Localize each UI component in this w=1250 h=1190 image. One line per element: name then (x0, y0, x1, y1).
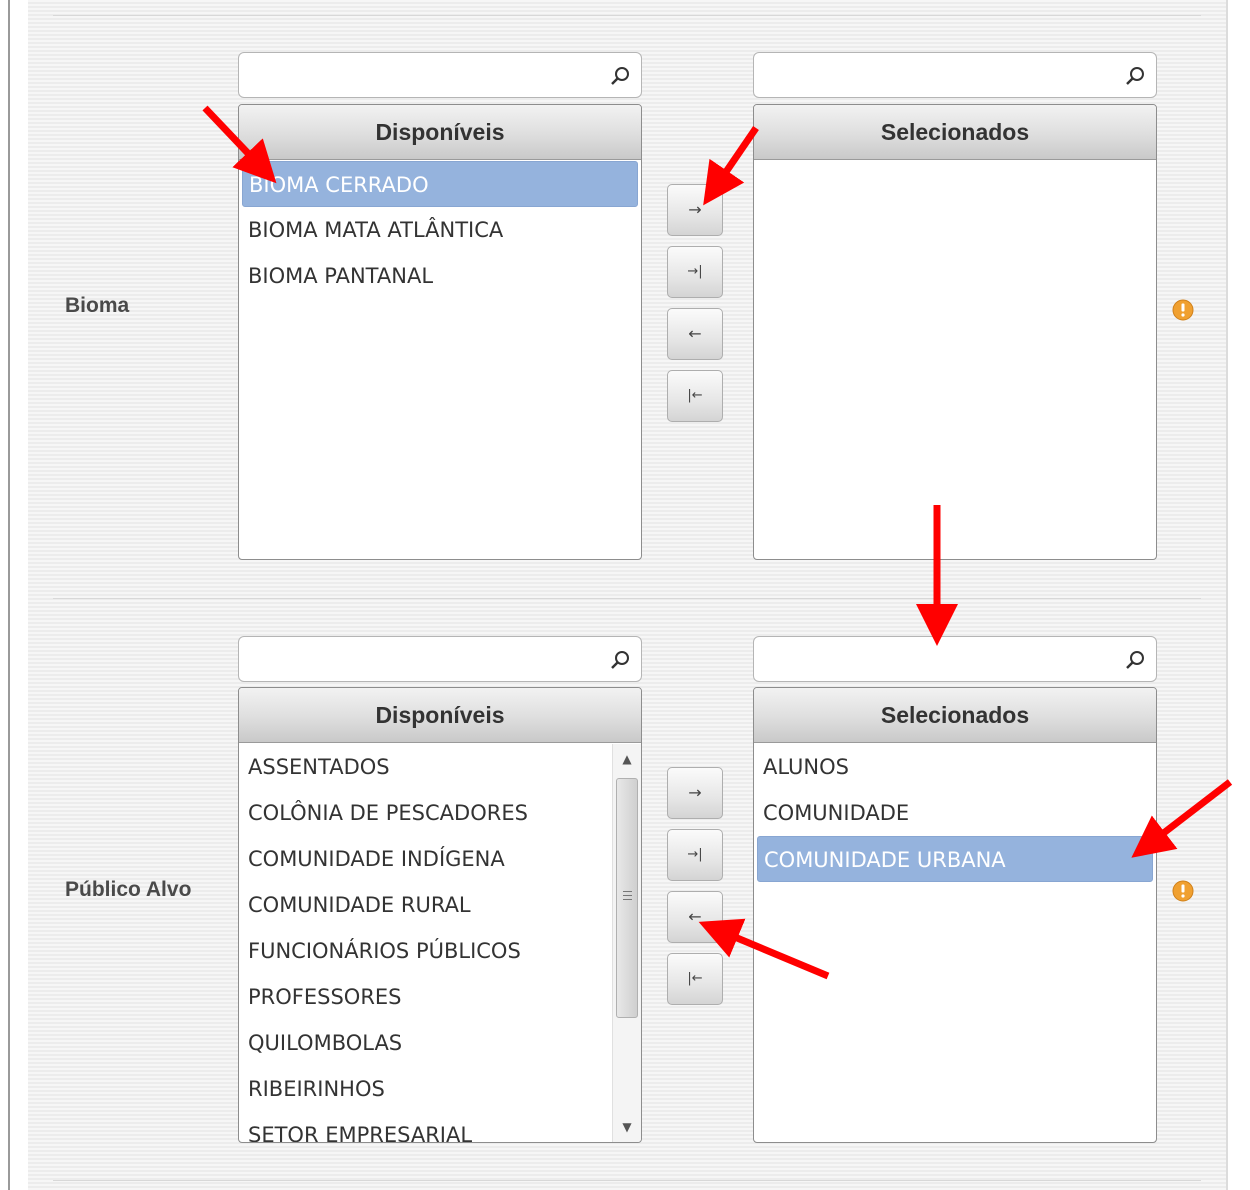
annotation-arrow-icon (202, 105, 277, 184)
annotation-arrows (202, 105, 1233, 980)
annotation-arrow-icon (703, 126, 759, 206)
annotation-arrow-icon (1131, 779, 1233, 858)
annotation-arrow-icon (698, 918, 830, 980)
